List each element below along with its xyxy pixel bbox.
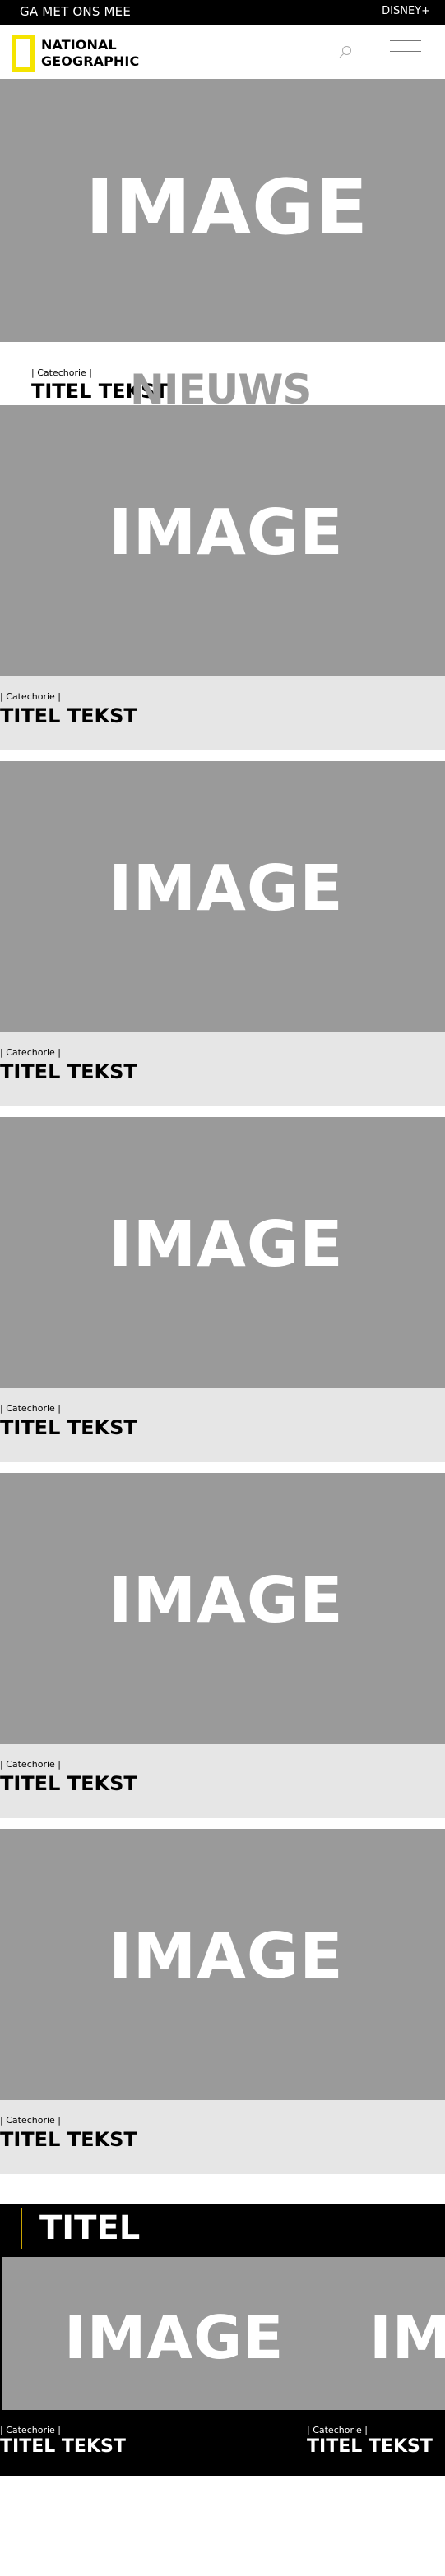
news-card-body: | Catechorie | TITEL TEKST: [0, 2100, 445, 2174]
feature-title: TITEL: [39, 2209, 141, 2247]
news-card-body: | Catechorie | TITEL TEKST: [0, 1744, 445, 1818]
logo-line-1: NATIONAL: [41, 37, 117, 53]
site-header: NATIONAL GEOGRAPHIC: [0, 25, 445, 79]
hero-image-placeholder: IMAGE: [86, 163, 369, 252]
logo-wordmark[interactable]: NATIONAL GEOGRAPHIC: [41, 37, 139, 70]
news-card-category: | Catechorie |: [0, 1403, 62, 1414]
feature-item-category: | Catechorie |: [0, 2425, 62, 2435]
news-card-body: | Catechorie | TITEL TEKST: [0, 1032, 445, 1106]
image-placeholder-label: IMAGE: [109, 1564, 344, 1637]
news-card-title[interactable]: TITEL TEKST: [0, 704, 137, 727]
image-placeholder-label-next: IMA: [369, 2303, 445, 2372]
news-card-image[interactable]: IMAGE: [0, 1473, 445, 1744]
news-card[interactable]: IMAGE | Catechorie | TITEL TEKST: [0, 1473, 445, 1818]
news-card[interactable]: IMAGE | Catechorie | TITEL TEKST: [0, 761, 445, 1106]
image-placeholder-label: IMAGE: [109, 852, 344, 926]
hero-banner[interactable]: IMAGE | Catechorie | TITEL TEKST: [0, 79, 445, 403]
feature-item-category: | Catechorie |: [307, 2425, 369, 2435]
news-card-title[interactable]: TITEL TEKST: [0, 2128, 137, 2151]
news-card-image[interactable]: IMAGE: [0, 405, 445, 676]
news-card-title[interactable]: TITEL TEKST: [0, 1772, 137, 1795]
image-placeholder-label: IMAGE: [109, 1920, 344, 1993]
join-us-link[interactable]: GA MET ONS MEE: [20, 4, 131, 19]
news-card-body: | Catechorie | TITEL TEKST: [0, 676, 445, 750]
hero-category: | Catechorie |: [31, 367, 93, 378]
feature-item-title[interactable]: TITEL TEKST: [307, 2436, 433, 2457]
search-icon[interactable]: [338, 44, 353, 59]
news-card-image[interactable]: IMAGE: [0, 761, 445, 1032]
news-card-title[interactable]: TITEL TEKST: [0, 1060, 137, 1083]
news-card[interactable]: IMAGE | Catechorie | TITEL TEKST: [0, 1117, 445, 1462]
news-card-image[interactable]: IMAGE: [0, 1117, 445, 1388]
news-card-category: | Catechorie |: [0, 691, 62, 702]
image-placeholder-label: IMAGE: [64, 2303, 285, 2372]
feature-item-title[interactable]: TITEL TEKST: [0, 2436, 126, 2457]
news-card[interactable]: IMAGE | Catechorie | TITEL TEKST: [0, 405, 445, 750]
news-card-category: | Catechorie |: [0, 1759, 62, 1770]
feature-carousel-image[interactable]: IMAGE IMA: [2, 2257, 445, 2410]
image-placeholder-label: IMAGE: [109, 496, 344, 570]
feature-title-accent: [21, 2208, 22, 2249]
news-card-category: | Catechorie |: [0, 2115, 62, 2126]
news-card-body: | Catechorie | TITEL TEKST: [0, 1388, 445, 1462]
news-card-title[interactable]: TITEL TEKST: [0, 1416, 137, 1439]
logo-line-2: GEOGRAPHIC: [41, 53, 140, 69]
top-bar: GA MET ONS MEE DISNEY+: [0, 0, 445, 25]
disney-plus-link[interactable]: DISNEY+: [382, 5, 430, 17]
image-placeholder-label: IMAGE: [109, 1208, 344, 1281]
news-card-category: | Catechorie |: [0, 1047, 62, 1058]
menu-icon[interactable]: [390, 40, 421, 65]
news-card[interactable]: IMAGE | Catechorie | TITEL TEKST: [0, 1829, 445, 2174]
logo-icon[interactable]: [12, 35, 35, 72]
news-card-image[interactable]: IMAGE: [0, 1829, 445, 2100]
